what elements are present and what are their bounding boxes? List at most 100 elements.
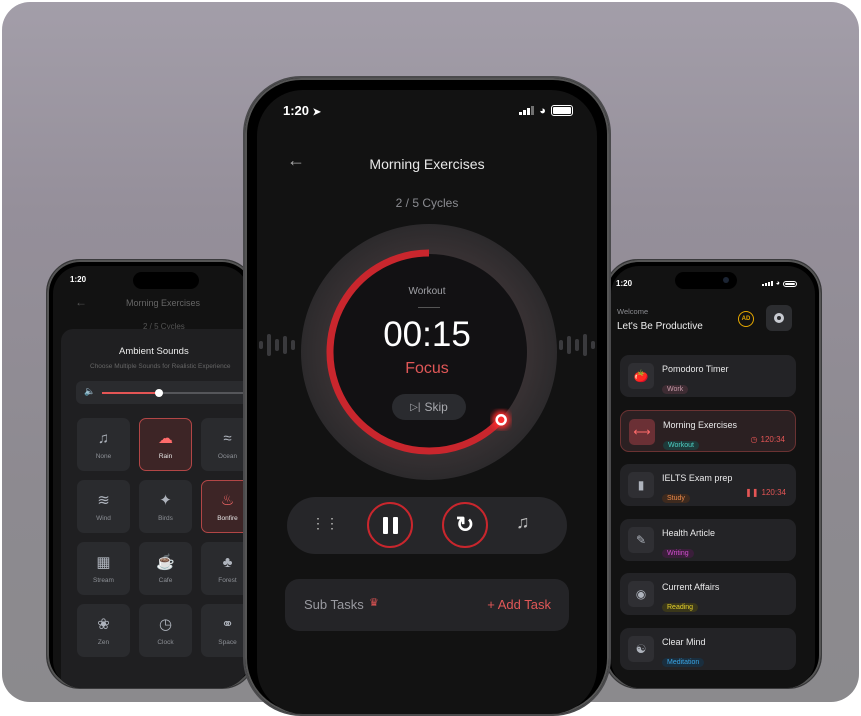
task-title: Current Affairs <box>662 582 720 592</box>
task-tag: Work <box>662 385 689 394</box>
book-icon: ▮ <box>637 478 645 492</box>
sound-label: Space <box>218 639 237 646</box>
sheet-title: Ambient Sounds <box>119 346 189 357</box>
task-timer: ◷ 120:34 <box>751 435 785 444</box>
volume-thumb[interactable] <box>155 389 163 397</box>
tomato-icon: 🍅 <box>633 369 649 383</box>
back-arrow-icon[interactable]: ← <box>75 295 87 309</box>
status-time: 1:20 <box>283 103 310 118</box>
left-phone-screen: 1:20 ← Morning Exercises 2 / 5 Cycles Am… <box>53 266 249 688</box>
tree-icon: ♣ <box>222 553 233 571</box>
task-card[interactable]: 🍅 Pomodoro Timer Work <box>620 355 796 397</box>
sound-label: Forest <box>218 576 237 584</box>
sound-tile-none[interactable]: ♫ None <box>77 418 130 471</box>
wifi-icon: ◕ <box>775 280 780 287</box>
sound-label: Rain <box>158 453 173 460</box>
pause-button[interactable] <box>367 502 413 548</box>
task-icon-box: 🍅 <box>628 363 654 389</box>
skip-icon: ▷| <box>410 401 421 413</box>
task-card[interactable]: ✎ Health Article Writing <box>620 518 796 561</box>
battery-icon <box>551 105 573 116</box>
status-bar: 1:20 <box>53 275 249 284</box>
subtasks-panel: Sub Tasks ♛ + Add Task <box>285 579 569 631</box>
cycles-label: 2 / 5 Cycles <box>395 196 459 210</box>
sound-tile-ocean[interactable]: ≈ Ocean <box>201 418 249 471</box>
sound-tile-stream[interactable]: ▦ Stream <box>77 542 130 595</box>
timer-knob[interactable] <box>495 414 507 426</box>
subtasks-label: Sub Tasks <box>304 597 364 612</box>
status-bar: 1:20 ➤ ◕ <box>257 103 597 118</box>
sound-tile-rain[interactable]: ☁ Rain <box>139 418 192 471</box>
sound-tile-clock[interactable]: ◷ Clock <box>139 604 192 657</box>
sound-label: None <box>95 452 112 460</box>
sound-label: Ocean <box>217 452 238 460</box>
lotus-icon: ❀ <box>97 616 110 633</box>
pen-icon: ✎ <box>635 532 647 547</box>
add-task-button[interactable]: + Add Task <box>487 597 551 612</box>
sound-label: Birds <box>158 515 173 522</box>
center-phone-screen: 1:20 ➤ ◕ ← Morning Exercises 2 / 5 Cycle… <box>257 90 597 714</box>
sound-label: Stream <box>93 577 114 584</box>
task-time: 120:34 <box>760 434 785 444</box>
task-tag: Writing <box>662 548 694 558</box>
sound-label: Clock <box>157 639 174 646</box>
wave-icon: ≈ <box>223 429 232 447</box>
status-time: 1:20 <box>70 275 87 284</box>
task-card[interactable]: ⟷ Morning Exercises Workout ◷ 120:34 <box>620 409 796 452</box>
volume-control[interactable]: 🔈 <box>76 381 249 404</box>
fire-icon: ♨ <box>220 492 235 509</box>
sound-tile-zen[interactable]: ❀ Zen <box>77 604 130 657</box>
right-phone-screen: 1:20 ◕ Welcome Let's Be Productive AD 🍅 P… <box>611 266 815 688</box>
status-time: 1:20 <box>616 279 633 288</box>
eye-icon: ◉ <box>635 587 647 601</box>
sound-tile-birds[interactable]: ✦ Birds <box>139 480 192 533</box>
music-off-icon: ♫ <box>97 429 110 447</box>
task-icon-box: ☯ <box>628 635 654 662</box>
location-arrow-icon: ➤ <box>312 107 322 118</box>
signal-icon <box>761 281 773 286</box>
settings-button[interactable] <box>766 305 792 331</box>
timer-category: Workout <box>408 286 446 297</box>
header-title: Morning Exercises <box>126 298 201 308</box>
waterfall-icon: ▦ <box>96 554 111 571</box>
sound-tile-bonfire[interactable]: ♨ Bonfire <box>201 480 249 533</box>
music-button[interactable]: ♫ <box>516 512 530 533</box>
task-timer: ❚❚ 120:34 <box>745 488 786 497</box>
dumbbell-icon: ⟷ <box>633 424 651 439</box>
timer-divider <box>418 307 440 308</box>
sound-label: Wind <box>96 515 111 522</box>
sound-tile-forest[interactable]: ♣ Forest <box>201 542 249 595</box>
task-title: Health Article <box>662 527 716 538</box>
clock-icon: ◷ <box>158 616 173 633</box>
sliders-button[interactable]: ⋮⋮ <box>311 515 339 537</box>
planet-icon: ⚭ <box>221 616 234 633</box>
sound-tile-cafe[interactable]: ☕ Cafe <box>139 542 192 595</box>
task-card[interactable]: ☯ Clear Mind Meditation <box>620 627 796 670</box>
task-icon-box: ⟷ <box>629 418 655 445</box>
pause-icon <box>382 516 388 534</box>
task-icon-box: ✎ <box>628 526 654 553</box>
sound-label: Cafe <box>158 577 173 584</box>
signal-icon <box>519 106 535 115</box>
task-card[interactable]: ◉ Current Affairs Reading <box>620 573 796 615</box>
rain-cloud-icon: ☁ <box>158 430 173 447</box>
headline: Let's Be Productive <box>617 321 703 332</box>
wifi-icon: ◕ <box>539 104 546 117</box>
gear-icon <box>774 313 784 323</box>
remove-ads-button[interactable]: AD <box>738 311 754 327</box>
task-title: Clear Mind <box>662 636 706 647</box>
volume-fill <box>102 392 160 394</box>
task-icon-box: ◉ <box>628 581 654 607</box>
music-note-icon: ♫ <box>516 512 530 532</box>
sound-label: Zen <box>97 639 110 646</box>
sound-tile-space[interactable]: ⚭ Space <box>201 604 249 657</box>
skip-button[interactable]: ▷| Skip <box>392 394 466 420</box>
skip-label: Skip <box>424 400 448 414</box>
sheet-subtitle: Choose Multiple Sounds for Realistic Exp… <box>90 363 231 370</box>
task-tag: Workout <box>663 440 699 450</box>
wind-icon: ≋ <box>97 492 110 509</box>
restart-button[interactable]: ↻ <box>442 502 488 548</box>
controls-bar: ⋮⋮ ↻ ♫ <box>287 497 567 554</box>
sound-tile-wind[interactable]: ≋ Wind <box>77 480 130 533</box>
task-card[interactable]: ▮ IELTS Exam prep Study ❚❚ 120:34 <box>620 464 796 506</box>
